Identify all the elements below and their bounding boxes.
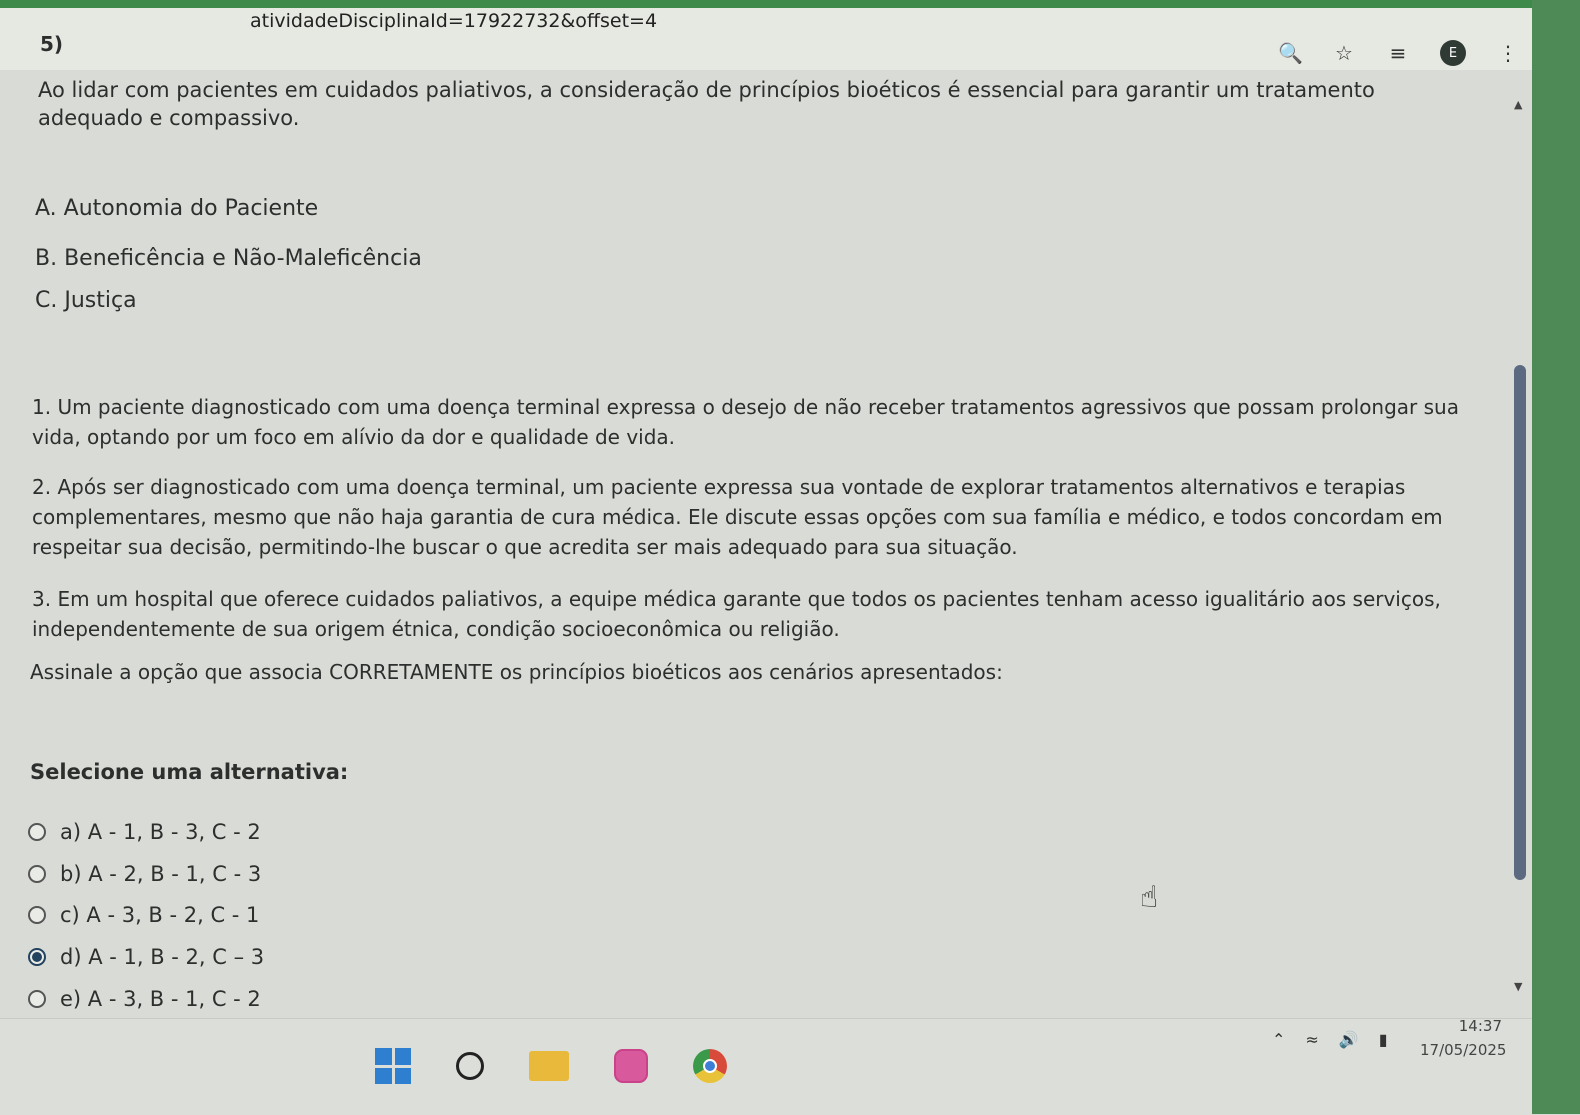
file-explorer-icon[interactable]	[529, 1051, 569, 1081]
reading-list-icon[interactable]: ≡	[1386, 41, 1410, 65]
question-statement: Ao lidar com pacientes em cuidados palia…	[38, 78, 1375, 130]
alternative-label: d) A - 1, B - 2, C – 3	[60, 945, 265, 969]
search-icon[interactable]	[456, 1052, 484, 1080]
screen-edge	[1532, 0, 1580, 1114]
alternative-b[interactable]: b) A - 2, B - 1, C - 3	[28, 862, 261, 886]
scenario-1: 1. Um paciente diagnosticado com uma doe…	[32, 395, 1459, 449]
address-bar-text[interactable]: atividadeDisciplinaId=17922732&offset=4	[250, 10, 657, 32]
radio-button[interactable]	[28, 823, 46, 841]
profile-avatar[interactable]: E	[1440, 40, 1466, 66]
chevron-up-icon[interactable]: ⌃	[1272, 1030, 1285, 1049]
menu-kebab-icon[interactable]: ⋮	[1496, 41, 1520, 65]
alternative-label: c) A - 3, B - 2, C - 1	[60, 903, 260, 927]
radio-button-selected[interactable]	[28, 948, 46, 966]
principle-a: A. Autonomia do Paciente	[35, 196, 319, 221]
taskbar-clock[interactable]: 14:37 17/05/2025	[1420, 1014, 1507, 1062]
taskbar-apps	[375, 1048, 727, 1084]
speaker-icon[interactable]: 🔊	[1339, 1030, 1359, 1049]
select-alternative-title: Selecione uma alternativa:	[30, 760, 349, 784]
alternative-d[interactable]: d) A - 1, B - 2, C – 3	[28, 945, 264, 969]
scenario-3: 3. Em um hospital que oferece cuidados p…	[32, 587, 1441, 641]
instagram-icon[interactable]	[614, 1049, 648, 1083]
scrollbar-thumb[interactable]	[1514, 365, 1526, 880]
question-number: 5)	[40, 32, 64, 56]
principle-c: C. Justiça	[35, 288, 137, 313]
hand-cursor-icon: ☝	[1140, 880, 1159, 915]
alternative-label: e) A - 3, B - 1, C - 2	[60, 987, 261, 1011]
alternative-label: b) A - 2, B - 1, C - 3	[60, 862, 262, 886]
scenario-2: 2. Após ser diagnosticado com uma doença…	[32, 475, 1443, 559]
radio-button[interactable]	[28, 865, 46, 883]
windows-start-icon[interactable]	[375, 1048, 411, 1084]
zoom-icon[interactable]: 🔍	[1278, 41, 1303, 65]
alternative-e[interactable]: e) A - 3, B - 1, C - 2	[28, 987, 261, 1011]
wifi-icon[interactable]: ≈	[1305, 1030, 1318, 1049]
clock-time: 14:37	[1458, 1017, 1502, 1035]
scroll-down-arrow-icon[interactable]: ▼	[1514, 980, 1522, 993]
question-prompt: Assinale a opção que associa CORRETAMENT…	[30, 660, 1003, 684]
system-tray: ⌃ ≈ 🔊 ▮	[1272, 1030, 1388, 1049]
alternative-label: a) A - 1, B - 3, C - 2	[60, 820, 261, 844]
alternative-a[interactable]: a) A - 1, B - 3, C - 2	[28, 820, 261, 844]
battery-icon[interactable]: ▮	[1379, 1030, 1388, 1049]
clock-date: 17/05/2025	[1420, 1041, 1507, 1059]
bookmark-star-icon[interactable]: ☆	[1332, 41, 1356, 65]
principle-b: B. Beneficência e Não-Maleficência	[35, 246, 422, 271]
chrome-icon[interactable]	[693, 1049, 727, 1083]
browser-tab-strip	[0, 0, 1580, 8]
radio-button[interactable]	[28, 990, 46, 1008]
toolbar-icons: 🔍 ☆ ≡ E ⋮	[1278, 40, 1520, 66]
radio-button[interactable]	[28, 906, 46, 924]
alternative-c[interactable]: c) A - 3, B - 2, C - 1	[28, 903, 259, 927]
scroll-up-arrow-icon[interactable]: ▲	[1514, 98, 1522, 111]
